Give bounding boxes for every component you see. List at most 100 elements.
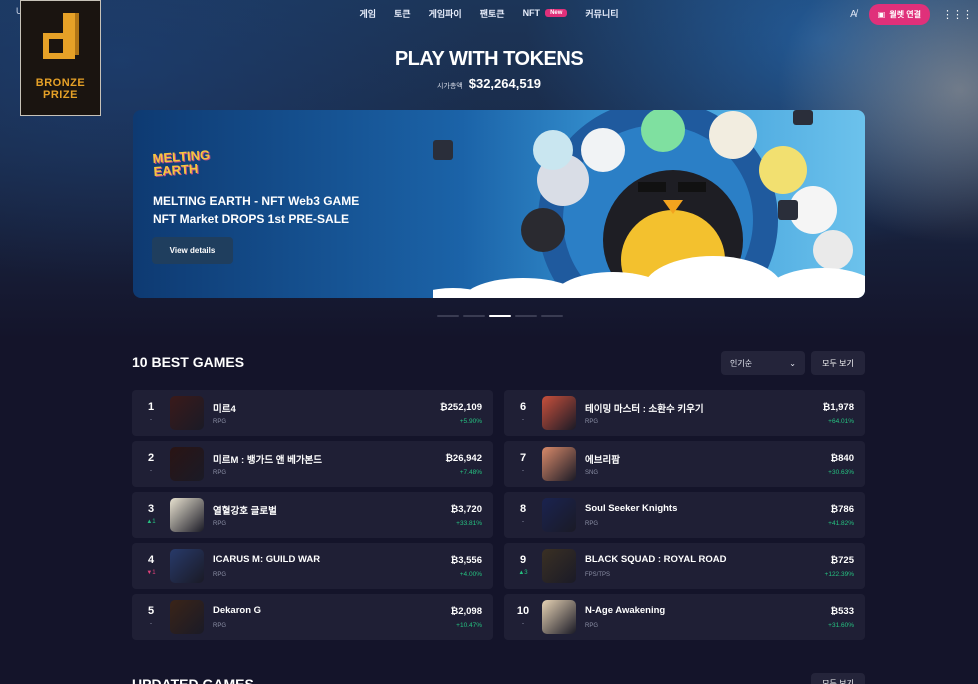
sort-select-value: 인기순	[730, 358, 753, 368]
nav-item-tokens[interactable]: 토큰	[394, 7, 411, 20]
rank-change: -	[150, 621, 152, 627]
game-rank: 10	[516, 605, 530, 617]
see-all-button[interactable]: 모두 보기	[811, 351, 865, 375]
game-name: 미르4	[213, 404, 236, 415]
updated-games-title: UPDATED GAMES	[132, 676, 254, 684]
carousel-dot[interactable]	[463, 315, 485, 317]
best-games-title: 10 BEST GAMES	[132, 354, 245, 370]
game-thumbnail	[542, 498, 576, 532]
carousel-dot[interactable]	[541, 315, 563, 317]
game-row[interactable]: 4 ▼1 ICARUS M: GUILD WAR RPG ₿3,556 +4.00%	[132, 543, 493, 589]
token-price: ₿2,098	[450, 606, 482, 617]
nav-item-community[interactable]: 커뮤니티	[585, 7, 618, 20]
token-price: ₿3,720	[450, 504, 482, 515]
carousel-dots	[437, 315, 563, 317]
nav-right-controls: A̸ ▣ 월렛 연결 ⋮⋮⋮	[850, 4, 973, 25]
logo-line-2: EARTH	[153, 160, 199, 179]
game-name: 테이밍 마스터 : 소환수 키우기	[585, 404, 704, 415]
view-details-button[interactable]: View details	[152, 237, 233, 264]
nav-item-gamefi[interactable]: 게임파이	[429, 7, 462, 20]
price-change: +10.47%	[456, 622, 482, 629]
game-row[interactable]: 3 ▲1 열혈강호 글로벌 RPG ₿3,720 +33.81%	[132, 492, 493, 538]
rank-change: ▲1	[146, 519, 156, 525]
nav-item-games[interactable]: 게임	[359, 7, 376, 20]
nav-item-nft[interactable]: NFT New	[523, 8, 568, 18]
game-rank: 8	[519, 503, 527, 515]
game-row[interactable]: 5 - Dekaron G RPG ₿2,098 +10.47%	[132, 594, 493, 640]
game-row[interactable]: 1 - 미르4 RPG ₿252,109 +5.90%	[132, 390, 493, 436]
game-genre: RPG	[213, 623, 227, 629]
game-name: Soul Seeker Knights	[585, 503, 678, 514]
token-price: ₿3,556	[450, 555, 482, 566]
language-icon[interactable]: A̸	[850, 9, 857, 20]
price-change: +41.82%	[828, 520, 854, 527]
new-badge: New	[545, 9, 568, 17]
game-name: ICARUS M: GUILD WAR	[213, 554, 321, 565]
carousel-dot[interactable]	[515, 315, 537, 317]
price-change: +4.00%	[459, 571, 482, 578]
game-row[interactable]: 7 - 에브리팜 SNG ₿840 +30.63%	[504, 441, 865, 487]
game-rank: 9	[519, 554, 527, 566]
game-name: BLACK SQUAD : ROYAL ROAD	[585, 554, 727, 565]
market-cap: 시가총액 $32,264,519	[0, 76, 978, 91]
game-name: 에브리팜	[585, 455, 620, 466]
game-genre: RPG	[585, 419, 599, 425]
game-rank: 2	[147, 452, 155, 464]
app-grid-icon[interactable]: ⋮⋮⋮	[942, 8, 973, 21]
price-change: +33.81%	[456, 520, 482, 527]
token-price: ₿252,109	[439, 402, 482, 413]
game-thumbnail	[170, 396, 204, 430]
game-row[interactable]: 9 ▲3 BLACK SQUAD : ROYAL ROAD FPS/TPS ₿725 +1…	[504, 543, 865, 589]
wallet-icon: ▣	[877, 10, 886, 19]
hero-title: PLAY WITH TOKENS	[394, 48, 584, 70]
token-price: ₿786	[830, 504, 854, 515]
game-rank: 5	[147, 605, 155, 617]
game-thumbnail	[542, 600, 576, 634]
banner-headline-2: NFT Market DROPS 1st PRE-SALE	[153, 212, 350, 226]
penguin-artwork	[433, 110, 865, 298]
rank-change: -	[150, 417, 152, 423]
game-genre: RPG	[213, 572, 227, 578]
game-genre: RPG	[213, 521, 227, 527]
rank-change: -	[522, 417, 524, 423]
banner-headline-1: MELTING EARTH - NFT Web3 GAME	[153, 194, 360, 208]
price-change: +122.39%	[824, 571, 854, 578]
game-row[interactable]: 6 - 테이밍 마스터 : 소환수 키우기 RPG ₿1,978 +64.01%	[504, 390, 865, 436]
market-cap-value: $32,264,519	[468, 76, 542, 91]
game-thumbnail	[170, 549, 204, 583]
game-rank: 7	[519, 452, 527, 464]
game-thumbnail	[170, 600, 204, 634]
game-name: 열혈강호 글로벌	[213, 506, 277, 517]
price-change: +31.60%	[828, 622, 854, 629]
promo-banner[interactable]: MELTING EARTH MELTING EARTH - NFT Web3 G…	[133, 110, 865, 298]
best-games-list: 1 - 미르4 RPG ₿252,109 +5.90% 6 - 테이밍 마스터 : 소환수 키우…	[132, 390, 865, 640]
nav-item-fan-tokens[interactable]: 팬토큰	[480, 7, 505, 20]
token-price: ₿26,942	[445, 453, 482, 464]
game-thumbnail	[542, 447, 576, 481]
token-price: ₿1,978	[822, 402, 854, 413]
game-thumbnail	[542, 549, 576, 583]
carousel-dot-active[interactable]	[489, 315, 511, 317]
token-price: ₿725	[830, 555, 854, 566]
rank-change: -	[522, 468, 524, 474]
nav-menu: 게임 토큰 게임파이 팬토큰 NFT New 커뮤니티	[359, 7, 618, 20]
rank-change: -	[522, 519, 524, 525]
game-genre: RPG	[585, 521, 599, 527]
game-rank: 6	[519, 401, 527, 413]
carousel-dot[interactable]	[437, 315, 459, 317]
sort-select[interactable]: 인기순 ⌄	[721, 351, 805, 375]
game-row[interactable]: 10 - N-Age Awakening RPG ₿533 +31.60%	[504, 594, 865, 640]
token-price: ₿840	[830, 453, 854, 464]
connect-wallet-button[interactable]: ▣ 월렛 연결	[868, 4, 930, 25]
game-thumbnail	[170, 498, 204, 532]
game-name: Dekaron G	[213, 605, 262, 616]
game-row[interactable]: 8 - Soul Seeker Knights RPG ₿786 +41.82%	[504, 492, 865, 538]
game-genre: SNG	[585, 470, 599, 476]
game-name: N-Age Awakening	[585, 605, 666, 616]
game-genre: RPG	[585, 623, 599, 629]
price-change: +5.90%	[459, 418, 482, 425]
game-genre: FPS/TPS	[585, 572, 611, 578]
game-genre: RPG	[213, 470, 227, 476]
updated-see-all-button[interactable]: 모두 보기	[811, 673, 865, 684]
game-row[interactable]: 2 - 미르M : 뱅가드 앤 베가본드 RPG ₿26,942 +7.48%	[132, 441, 493, 487]
